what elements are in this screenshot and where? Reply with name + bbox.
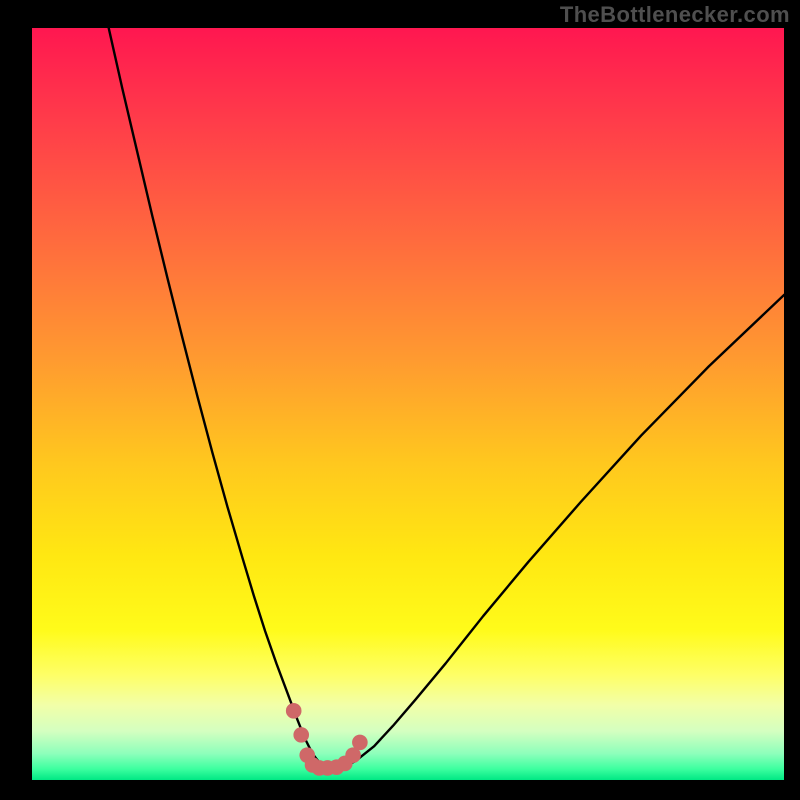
source-label: TheBottlenecker.com [560, 2, 790, 28]
highlight-dot [293, 727, 309, 743]
highlight-dot [286, 703, 302, 719]
highlight-dot [352, 735, 368, 751]
chart-svg [32, 28, 784, 780]
chart-frame: TheBottlenecker.com [0, 0, 800, 800]
bottleneck-curve [109, 28, 784, 768]
plot-area [32, 28, 784, 780]
